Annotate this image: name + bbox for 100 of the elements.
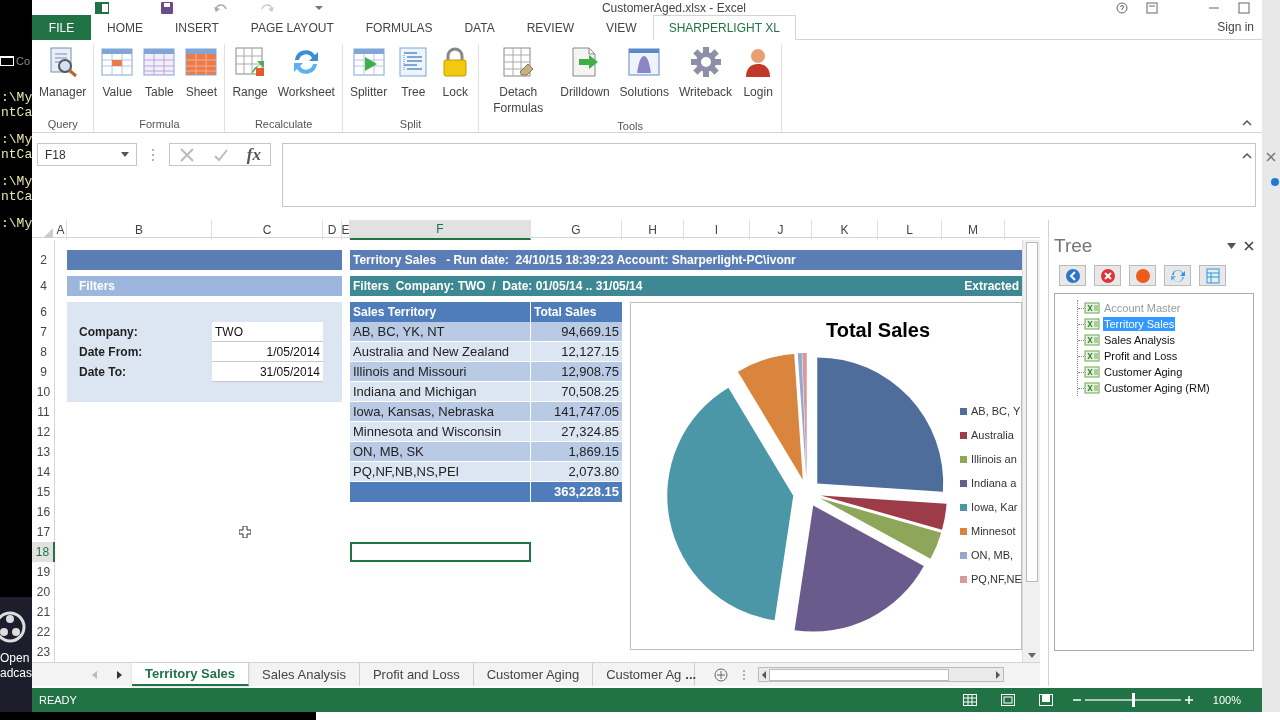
next-sheet-icon[interactable] xyxy=(117,670,122,679)
ribbon-tab[interactable]: VIEW xyxy=(590,15,653,40)
row-header[interactable]: 10 xyxy=(32,382,55,402)
save-icon[interactable] xyxy=(161,1,173,14)
stop-button[interactable] xyxy=(1094,265,1121,286)
name-box[interactable]: F18 xyxy=(37,143,137,166)
column-header[interactable]: H xyxy=(622,220,684,240)
row-header[interactable]: 14 xyxy=(32,462,55,482)
ribbon-button[interactable]: Sheet xyxy=(180,44,223,100)
sheet-tab[interactable]: Territory Sales xyxy=(132,663,250,686)
tree-item[interactable]: Sales Analysis xyxy=(1103,333,1176,347)
normal-view-icon[interactable] xyxy=(962,694,977,706)
tree-item[interactable]: Customer Aging xyxy=(1103,365,1184,379)
sheet-tab[interactable]: Sales Analysis xyxy=(249,663,360,686)
row-header[interactable]: 20 xyxy=(32,582,55,602)
column-header[interactable]: F xyxy=(350,220,531,240)
row-header[interactable]: 7 xyxy=(32,322,55,342)
ribbon-tab[interactable]: DATA xyxy=(448,15,511,40)
page-layout-icon[interactable] xyxy=(1000,694,1015,706)
sign-in-link[interactable]: Sign in xyxy=(1217,18,1254,36)
ribbon-tab[interactable]: SHARPERLIGHT XL xyxy=(652,15,796,40)
row-header[interactable]: 21 xyxy=(32,602,55,622)
sheet-button[interactable] xyxy=(1199,265,1226,286)
row-header[interactable]: 4 xyxy=(32,276,55,296)
row-header[interactable]: 13 xyxy=(32,442,55,462)
ribbon-button[interactable]: Splitter xyxy=(344,44,393,100)
scrollbar-thumb[interactable] xyxy=(769,668,950,681)
ribbon-button[interactable]: Detach Formulas xyxy=(481,44,556,116)
tree-item[interactable]: Profit and Loss xyxy=(1103,349,1179,363)
sheet-tab[interactable]: Customer Aging xyxy=(473,663,594,686)
dropdown-icon[interactable] xyxy=(1227,243,1236,249)
row-header[interactable]: 8 xyxy=(32,342,55,362)
row-header[interactable]: 12 xyxy=(32,422,55,442)
column-header[interactable]: L xyxy=(878,220,942,240)
row-header[interactable]: 9 xyxy=(32,362,55,382)
horizontal-scrollbar[interactable] xyxy=(758,667,1005,682)
caret-icon[interactable] xyxy=(315,4,323,11)
row-header[interactable]: 16 xyxy=(32,502,55,522)
column-header[interactable]: I xyxy=(684,220,750,240)
ribbon-tab[interactable]: REVIEW xyxy=(510,15,590,40)
ribbon-button[interactable]: Range xyxy=(227,44,273,100)
ribbon-button[interactable]: Writeback xyxy=(674,44,738,100)
ribbon-button[interactable]: Tree xyxy=(392,44,435,100)
refresh-button[interactable] xyxy=(1164,265,1191,286)
add-sheet-icon[interactable] xyxy=(714,667,729,682)
vertical-scrollbar[interactable] xyxy=(1022,240,1040,662)
status-text: READY xyxy=(39,692,77,708)
close-icon[interactable] xyxy=(1244,241,1254,251)
maximize-icon[interactable] xyxy=(1238,1,1250,14)
collapse-icon[interactable] xyxy=(1242,152,1252,159)
row-header[interactable]: 23 xyxy=(32,642,55,662)
more-sheets-button[interactable]: ... xyxy=(685,664,697,685)
row-header[interactable]: 6 xyxy=(32,302,55,322)
column-header[interactable]: A xyxy=(55,220,67,240)
row-header[interactable]: 11 xyxy=(32,402,55,422)
ribbon-button[interactable]: Login xyxy=(737,44,780,100)
tree-item[interactable]: Customer Aging (RM) xyxy=(1103,381,1211,395)
ribbon-tab[interactable]: PAGE LAYOUT xyxy=(234,15,350,40)
collapse-ribbon-icon[interactable] xyxy=(1242,119,1252,126)
row-header[interactable]: 19 xyxy=(32,562,55,582)
formula-input[interactable] xyxy=(282,143,1256,207)
ribbon-tab[interactable]: HOME xyxy=(91,15,159,40)
column-header[interactable]: K xyxy=(812,220,878,240)
sheet-tab[interactable]: Profit and Loss xyxy=(359,663,474,686)
help-icon[interactable] xyxy=(1116,1,1128,14)
zoom-slider[interactable] xyxy=(1084,693,1181,707)
row-header[interactable]: 18 xyxy=(32,542,55,562)
row-header[interactable]: 22 xyxy=(32,622,55,642)
undo-icon[interactable] xyxy=(213,2,229,13)
insert-function-button[interactable]: fx xyxy=(246,141,261,168)
ribbon-tab[interactable]: FORMULAS xyxy=(349,15,449,40)
column-header[interactable]: B xyxy=(67,220,212,240)
page-break-icon[interactable] xyxy=(1038,694,1053,706)
row-header[interactable]: 17 xyxy=(32,522,55,542)
back-button[interactable] xyxy=(1059,265,1086,286)
ribbon-button[interactable]: Worksheet xyxy=(272,44,340,100)
zoom-out-icon[interactable] xyxy=(1072,696,1081,704)
zoom-slider-thumb[interactable] xyxy=(1131,693,1135,707)
ribbon-button[interactable]: Solutions xyxy=(614,44,674,100)
column-header[interactable]: G xyxy=(531,220,622,240)
scroll-down-icon[interactable] xyxy=(1027,653,1036,658)
scrollbar-thumb[interactable] xyxy=(1025,242,1038,582)
ribbon-button[interactable]: Table xyxy=(138,44,181,100)
ribbon-button[interactable]: Drilldown xyxy=(555,44,615,100)
ribbon-display-icon[interactable] xyxy=(1146,1,1158,14)
ribbon-button[interactable]: Value xyxy=(96,44,139,100)
column-header[interactable]: J xyxy=(750,220,812,240)
column-header[interactable]: C xyxy=(212,220,323,240)
table-cell: 12,127.15 xyxy=(531,342,622,362)
ribbon-button[interactable]: Lock xyxy=(434,44,477,100)
row-header[interactable]: 2 xyxy=(32,250,55,270)
record-button[interactable] xyxy=(1129,265,1156,286)
column-header[interactable]: M xyxy=(942,220,1005,240)
ribbon-button[interactable]: Manager xyxy=(34,44,92,100)
file-tab[interactable]: FILE xyxy=(32,15,91,40)
row-header[interactable]: 15 xyxy=(32,482,55,502)
column-header[interactable]: D xyxy=(323,220,342,240)
zoom-in-icon[interactable] xyxy=(1184,696,1193,704)
zoom-level[interactable]: 100% xyxy=(1212,691,1241,709)
ribbon-tab[interactable]: INSERT xyxy=(159,15,235,40)
